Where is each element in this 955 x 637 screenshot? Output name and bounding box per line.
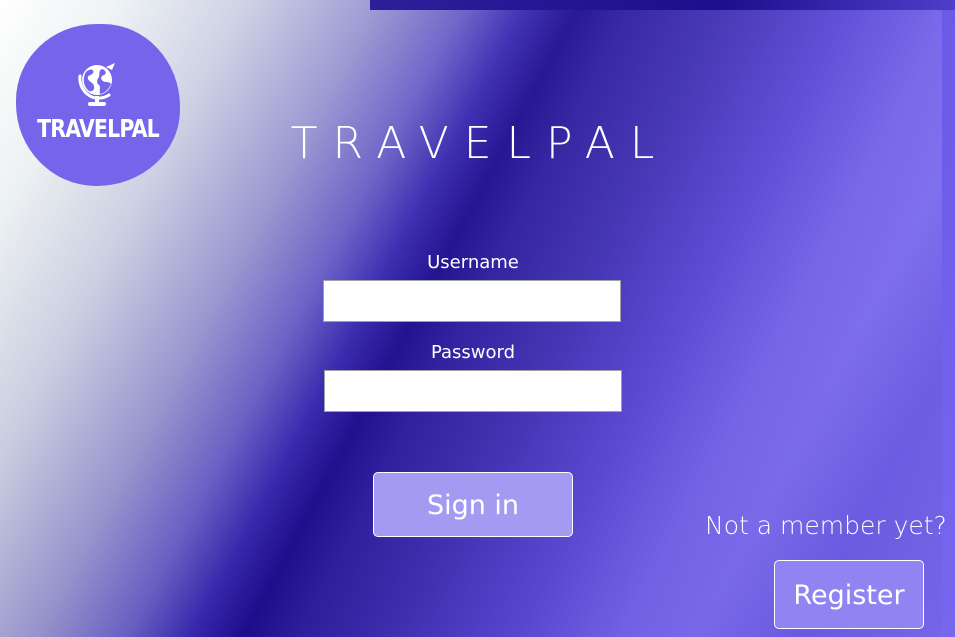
sign-in-button[interactable]: Sign in	[373, 472, 573, 537]
globe-icon	[78, 63, 115, 106]
username-label: Username	[427, 252, 519, 273]
window-top-strip	[370, 0, 955, 10]
password-input[interactable]	[324, 370, 622, 412]
login-window: TRAVELPAL TRAVELPAL Username Password Si…	[0, 0, 955, 637]
window-edge	[942, 10, 955, 637]
app-title: TRAVELPAL	[290, 118, 670, 169]
travelpal-logo: TRAVELPAL	[16, 24, 180, 186]
not-member-prompt: Not a member yet?	[705, 511, 947, 540]
password-label: Password	[430, 342, 516, 363]
username-input[interactable]	[323, 280, 621, 322]
logo-text: TRAVELPAL	[37, 114, 160, 143]
register-button[interactable]: Register	[774, 560, 924, 629]
